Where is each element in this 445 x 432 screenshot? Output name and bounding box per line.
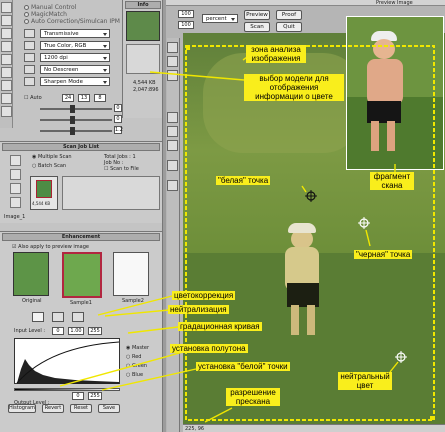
callout-halftone-setup: установка полутона [170,344,248,353]
callout-neutral-color: нейтральный цвет [338,372,392,390]
callout-scan-area: зона анализа изображения [246,45,306,63]
frame-handle[interactable] [430,416,434,420]
callout-prescan-resolution: разрешение прескана [226,388,280,406]
callout-white-point: "белая" точка [216,176,271,185]
callout-black-point: "черная" точка [354,250,413,259]
callout-color-model: выбор модели для отображения информации … [244,74,344,101]
frame-handle[interactable] [186,46,190,50]
callout-white-point-setup: установка "белой" точки [196,362,290,371]
callout-gradation-curve: градационная кривая [178,322,262,331]
callout-color-correction: цветокоррекция [172,291,236,300]
white-point-marker [305,190,317,202]
callout-fragment: фрагмент скана [370,172,414,190]
neutral-point-marker [395,351,407,363]
callout-neutralization: нейтрализация [168,305,229,314]
black-point-marker [358,217,370,229]
